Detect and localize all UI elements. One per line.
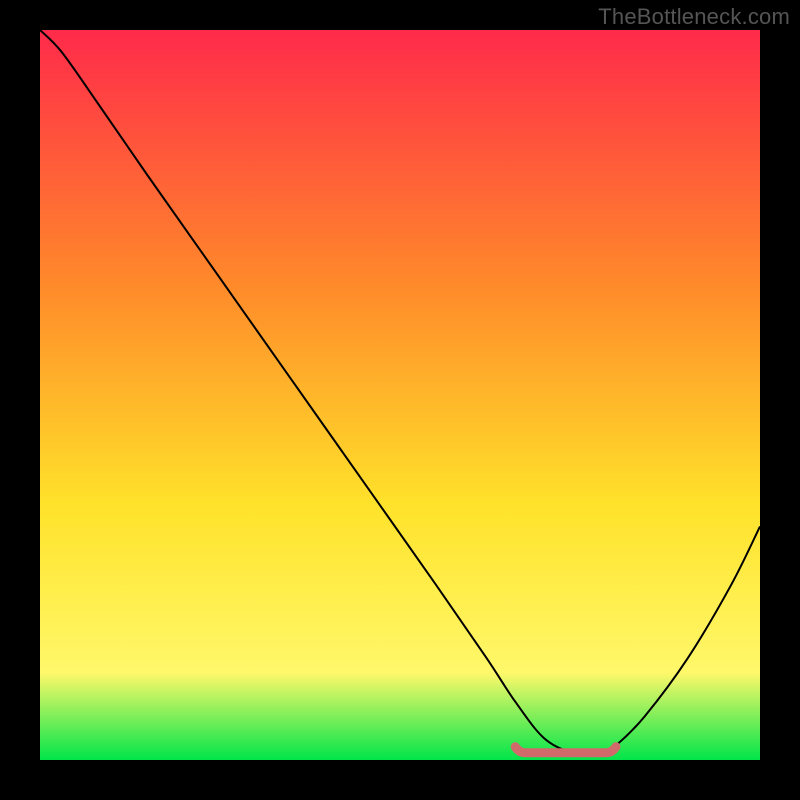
chart-svg [40, 30, 760, 760]
watermark-label: TheBottleneck.com [598, 4, 790, 30]
plot-area [40, 30, 760, 760]
chart-frame: TheBottleneck.com [0, 0, 800, 800]
gradient-background [40, 30, 760, 760]
